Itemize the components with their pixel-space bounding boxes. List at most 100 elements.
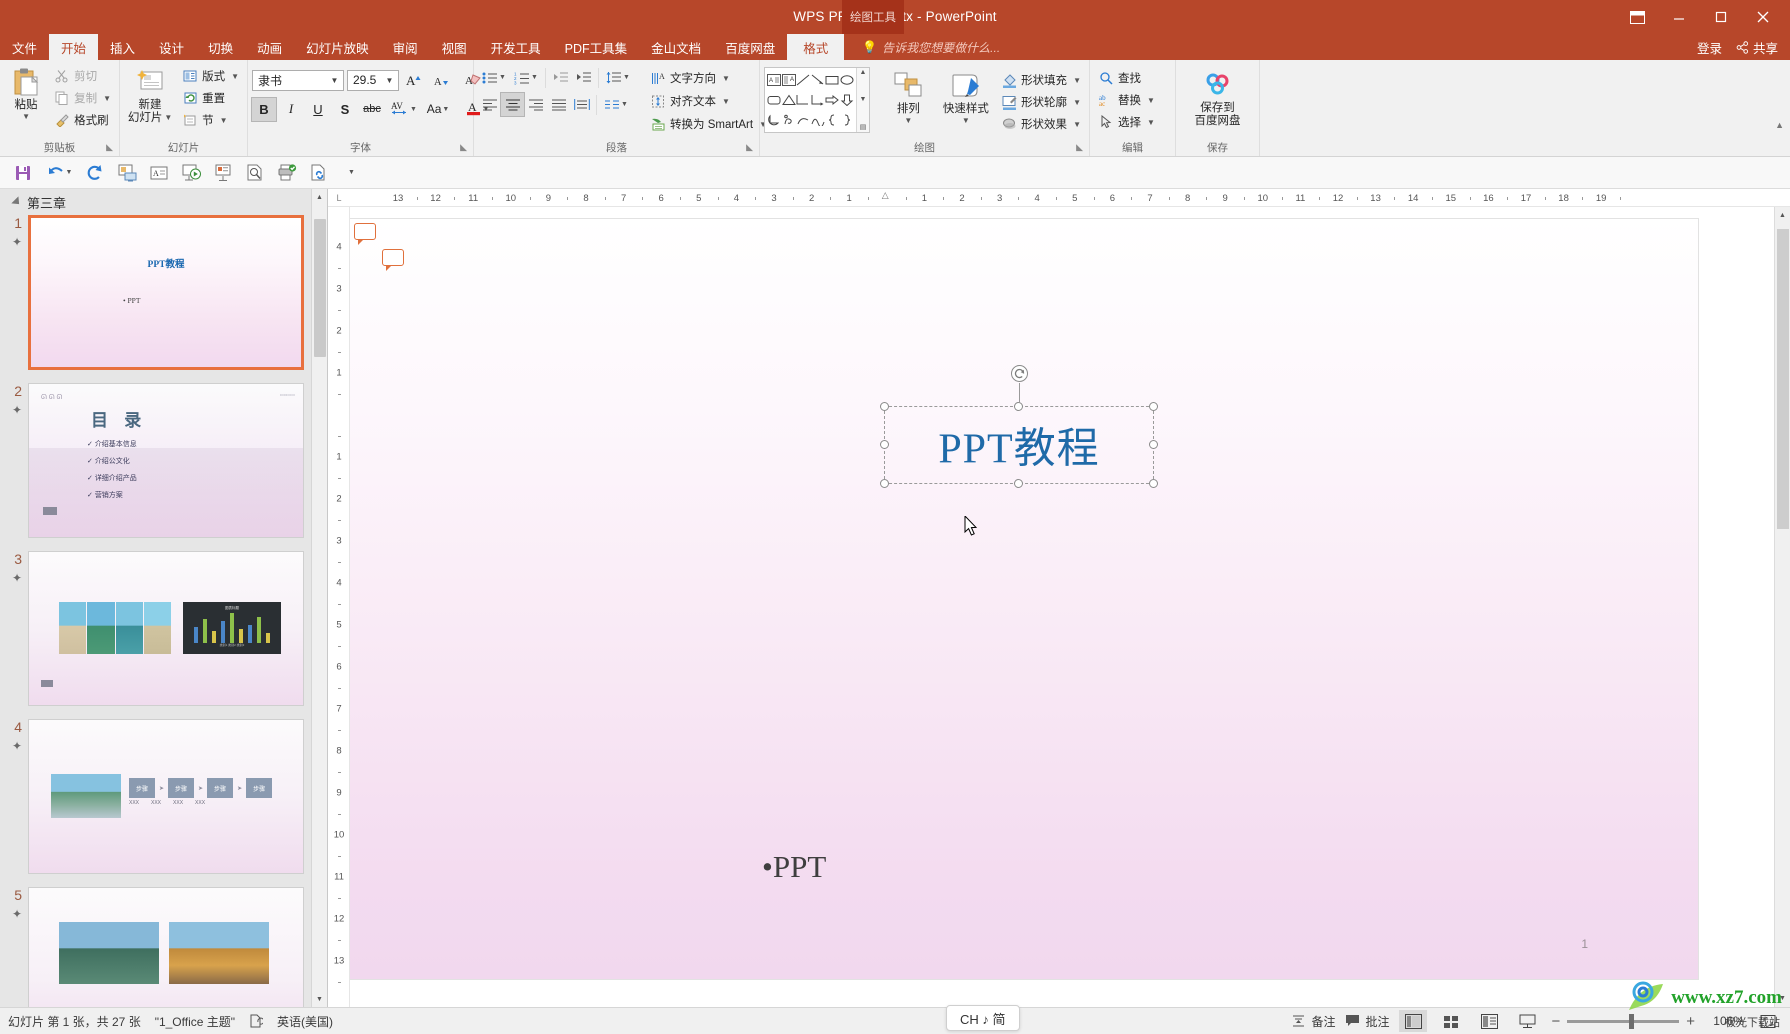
slide-body-text[interactable]: •PPT: [762, 849, 826, 885]
qat-caret-icon[interactable]: ▼: [348, 169, 355, 176]
quick-styles-button[interactable]: 快速样式 ▼: [937, 67, 995, 125]
resize-handle-s[interactable]: [1014, 479, 1023, 488]
ruler-tab-selector[interactable]: L: [328, 189, 350, 207]
undo-caret-icon[interactable]: ▼: [66, 169, 73, 176]
print-preview-button[interactable]: [240, 160, 270, 186]
animation-star-icon-2[interactable]: ✦: [2, 403, 22, 417]
bold-button[interactable]: B: [251, 96, 277, 122]
signin-link[interactable]: 登录: [1697, 38, 1722, 57]
align-right-button[interactable]: [524, 93, 547, 116]
panel-scroll-down-icon[interactable]: ▼: [312, 991, 327, 1007]
zoom-knob[interactable]: [1629, 1013, 1635, 1029]
shape-right-arrow[interactable]: [825, 90, 840, 110]
ruler-indent-marker[interactable]: △: [882, 190, 889, 201]
new-slide-button[interactable]: 新建 幻灯片 ▼: [124, 63, 176, 124]
section-header[interactable]: 第三章: [0, 189, 327, 215]
shape-rectangle[interactable]: [825, 70, 840, 90]
tab-insert[interactable]: 插入: [98, 34, 147, 60]
decrease-font-size-button[interactable]: A: [429, 69, 453, 92]
thumbnail-5[interactable]: [28, 887, 304, 1007]
view-normal-button[interactable]: [1399, 1010, 1428, 1032]
change-case-button[interactable]: Aa ▼: [422, 98, 454, 121]
thumbnail-3[interactable]: 图表标题 类别1 类别2 类别3: [28, 551, 304, 706]
align-text-button[interactable]: 对齐文本 ▼: [646, 90, 771, 112]
decrease-indent-button[interactable]: [549, 66, 572, 89]
paste-button[interactable]: 粘贴 ▼: [4, 63, 48, 121]
tab-format[interactable]: 格式: [787, 34, 845, 60]
font-size-caret-icon[interactable]: ▼: [383, 76, 396, 85]
align-left-button[interactable]: [478, 93, 501, 116]
tab-developer[interactable]: 开发工具: [479, 34, 553, 60]
distribute-button[interactable]: [570, 93, 593, 116]
shape-pie[interactable]: [767, 110, 782, 130]
slide-title-text[interactable]: PPT教程: [938, 415, 1099, 476]
zoom-in-button[interactable]: +: [1686, 1013, 1695, 1030]
resize-handle-w[interactable]: [880, 440, 889, 449]
zoom-slider[interactable]: − + 106%: [1551, 1013, 1744, 1030]
animation-star-icon-3[interactable]: ✦: [2, 571, 22, 585]
font-name-caret-icon[interactable]: ▼: [328, 76, 341, 85]
thumbnail-panel-scrollbar[interactable]: ▲ ▼: [311, 189, 327, 1007]
resize-handle-n[interactable]: [1014, 402, 1023, 411]
zoom-out-button[interactable]: −: [1551, 1013, 1560, 1030]
text-box-button[interactable]: A: [144, 160, 174, 186]
shape-scribble[interactable]: [782, 110, 797, 130]
layout-caret-icon[interactable]: ▼: [231, 72, 239, 81]
theme-label[interactable]: "1_Office 主题": [155, 1013, 235, 1030]
present-online-button[interactable]: [176, 160, 206, 186]
slide-canvas[interactable]: PPT教程 •PPT 1: [350, 207, 1774, 1007]
justify-button[interactable]: [547, 93, 570, 116]
current-slide-show-button[interactable]: [208, 160, 238, 186]
save-button[interactable]: [8, 160, 38, 186]
shape-fill-button[interactable]: 形状填充 ▼: [997, 69, 1085, 91]
strikethrough-button[interactable]: abc: [360, 98, 384, 121]
shape-arrow[interactable]: [811, 70, 826, 90]
thumbnail-item-2[interactable]: 2 ✦ ᘏ ᘏ ᘏ 目 录 ✓ 介绍基本信息 ✓ 介绍公文化 ✓ 详细介绍产品 …: [12, 383, 327, 538]
horizontal-ruler-track[interactable]: 13 12 11 10 9 8 7 6 5 4 3 2 1 △ 1 2 3 4 5 6 7 8 9 10 11 12 13 14 15 1…: [350, 189, 1790, 207]
undo-button[interactable]: ▼: [40, 160, 78, 186]
shape-rounded-rectangle[interactable]: [767, 90, 782, 110]
thumbnail-item-3[interactable]: 3 ✦ 图表标题 类别1 类别2 类别3: [12, 551, 327, 706]
shape-curve[interactable]: [811, 110, 826, 130]
thumbnail-item-4[interactable]: 4 ✦ 步骤 ➤ 步骤 ➤ 步骤 ➤ 步骤 XXX XXX XXX XXX: [12, 719, 327, 874]
tab-animations[interactable]: 动画: [245, 34, 294, 60]
select-button[interactable]: 选择 ▼: [1094, 111, 1159, 133]
arrange-caret-icon[interactable]: ▼: [904, 116, 912, 125]
resize-handle-nw[interactable]: [880, 402, 889, 411]
current-slide[interactable]: PPT教程 •PPT 1: [350, 219, 1698, 979]
comment-marker-2[interactable]: [382, 249, 404, 271]
format-painter-button[interactable]: 格式刷: [50, 109, 115, 131]
shape-right-brace[interactable]: [840, 110, 855, 130]
numbering-button[interactable]: 123 ▼: [510, 66, 542, 89]
canvas-vertical-scrollbar[interactable]: ▲ ▼: [1774, 207, 1790, 1007]
shape-left-brace[interactable]: [825, 110, 840, 130]
shape-triangle[interactable]: [781, 90, 797, 110]
font-name-combo[interactable]: 隶书 ▼: [252, 69, 344, 91]
shape-down-arrow[interactable]: [840, 90, 855, 110]
cut-button[interactable]: 剪切: [50, 65, 115, 87]
tab-slideshow[interactable]: 幻灯片放映: [294, 34, 381, 60]
resize-handle-ne[interactable]: [1149, 402, 1158, 411]
panel-scroll-up-icon[interactable]: ▲: [312, 189, 327, 205]
convert-smartart-button[interactable]: 转换为 SmartArt ▼: [646, 113, 771, 135]
section-caret-icon[interactable]: ▼: [220, 116, 228, 125]
tab-kingsoft-docs[interactable]: 金山文档: [639, 34, 713, 60]
tab-file[interactable]: 文件: [0, 34, 49, 60]
copy-button[interactable]: 复制 ▼: [50, 87, 115, 109]
view-slideshow-button[interactable]: [1513, 1010, 1541, 1032]
tab-transitions[interactable]: 切换: [196, 34, 245, 60]
scrollbar-thumb[interactable]: [1777, 229, 1789, 529]
close-button[interactable]: [1742, 0, 1784, 34]
thumbnail-item-5[interactable]: 5 ✦: [12, 887, 327, 1007]
columns-button[interactable]: ▼: [600, 93, 632, 116]
shape-vertical-textbox[interactable]: A: [781, 70, 797, 90]
zoom-track[interactable]: [1567, 1013, 1680, 1029]
shapes-scroll-down-icon[interactable]: ▼: [860, 96, 867, 103]
tab-view[interactable]: 视图: [430, 34, 479, 60]
rotation-handle[interactable]: [1010, 365, 1028, 382]
comment-marker-1[interactable]: [354, 223, 376, 245]
view-reading-button[interactable]: [1475, 1010, 1503, 1032]
tab-review[interactable]: 审阅: [381, 34, 430, 60]
resize-handle-sw[interactable]: [880, 479, 889, 488]
shapes-expand-icon[interactable]: ▤: [860, 123, 867, 131]
